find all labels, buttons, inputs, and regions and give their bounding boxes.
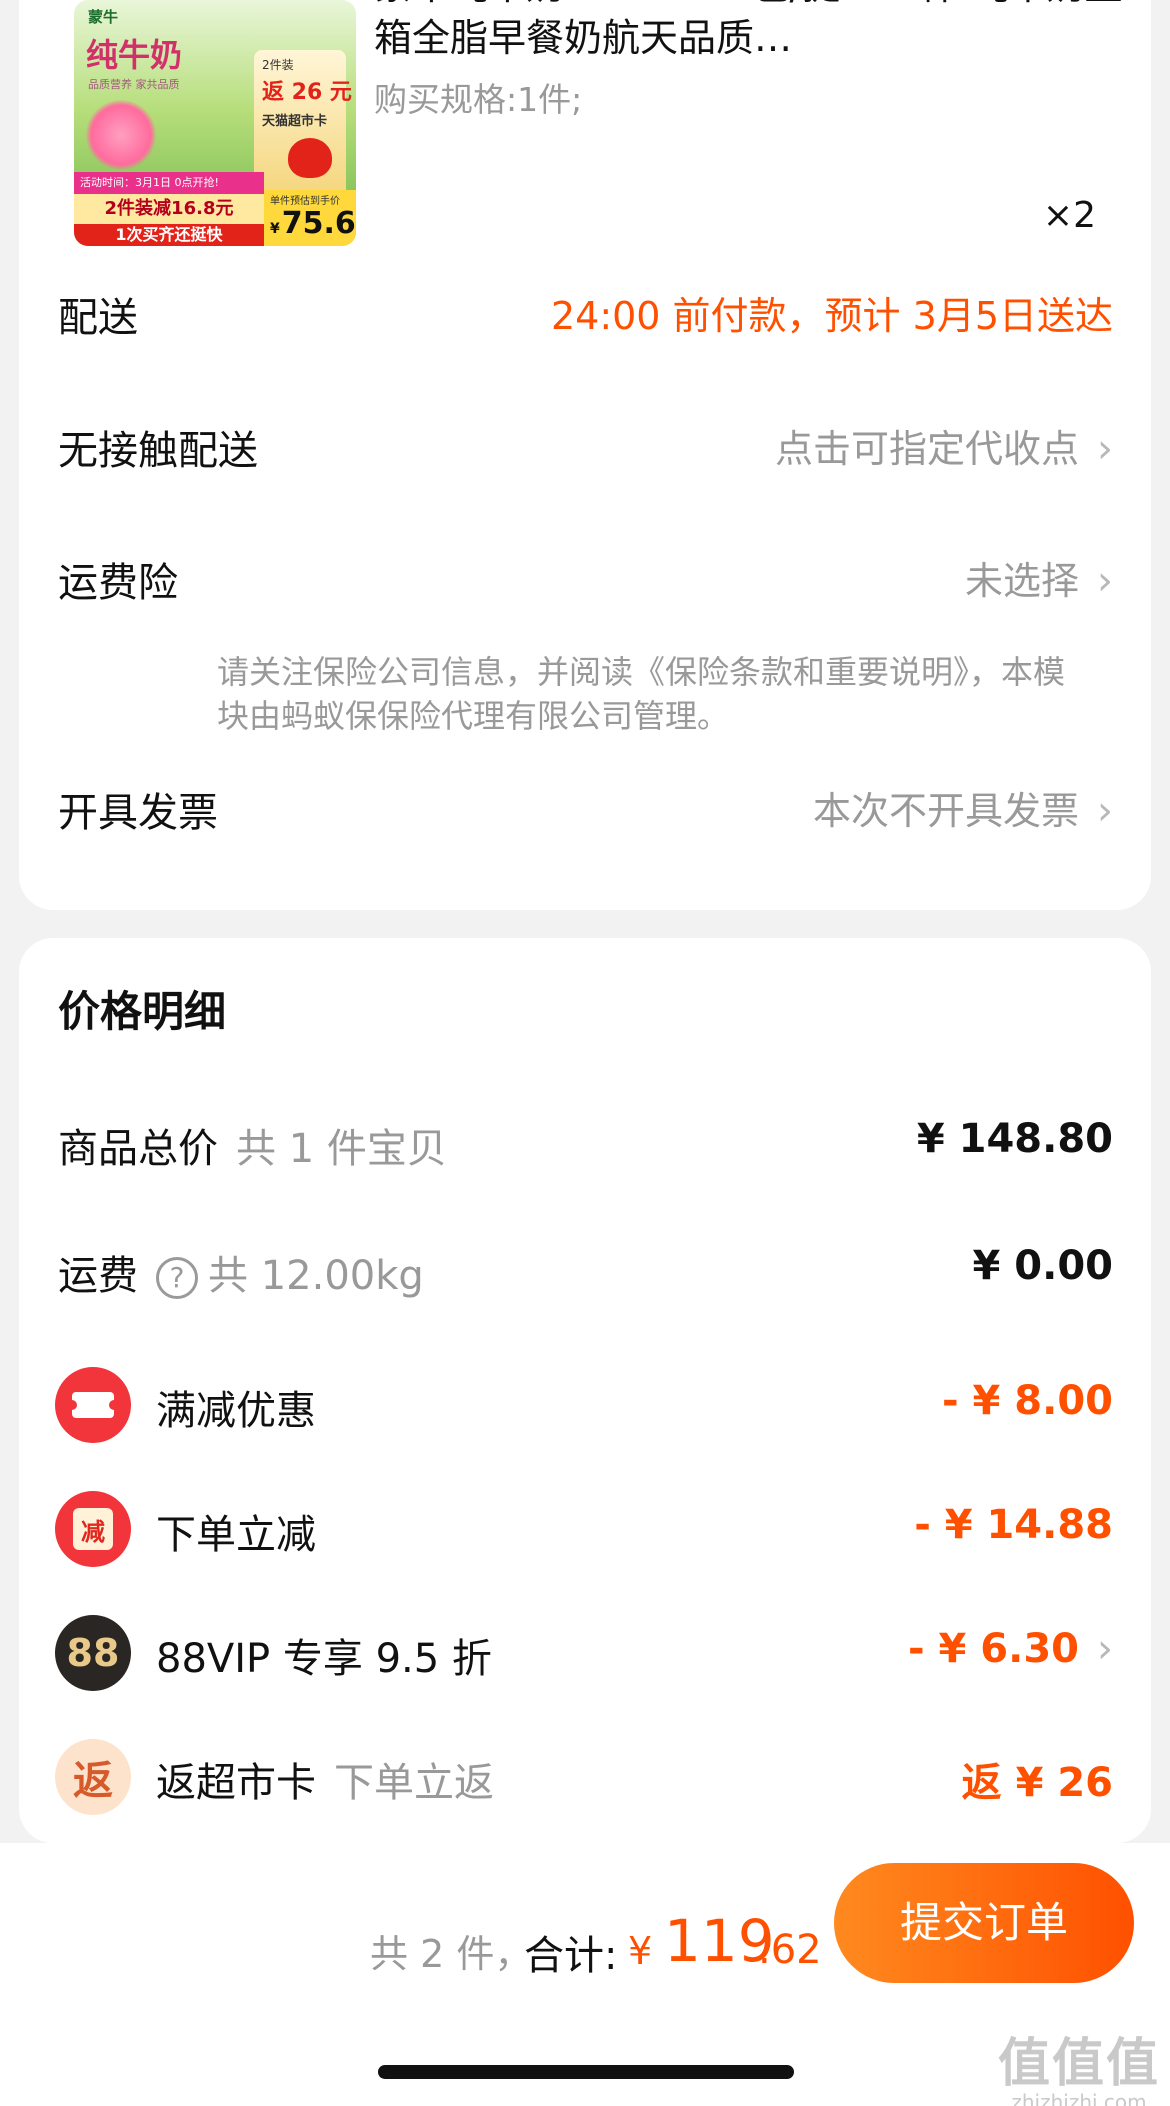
vip-row[interactable]: - ¥ 6.30 › xyxy=(908,1626,1113,1672)
vip-label: 88VIP 专享 9.5 折 xyxy=(156,1636,492,1682)
invoice-label: 开具发票 xyxy=(58,790,218,836)
home-indicator[interactable] xyxy=(378,2065,794,2079)
chevron-right-icon: › xyxy=(1097,426,1113,472)
rebate-icon: 返 xyxy=(55,1739,131,1815)
watermark: 值值值 zhizhizhi.com xyxy=(998,2021,1160,2106)
image-price: ¥75.6 xyxy=(270,206,356,241)
full-reduction-amount: - ¥ 8.00 xyxy=(942,1378,1113,1424)
watermark-logo: 值值值 xyxy=(997,2034,1160,2094)
items-total-sub: 共 1 件宝贝 xyxy=(236,1126,447,1172)
shipping-label: 运费 xyxy=(58,1253,138,1299)
product-image-sub: 品质营养 家共品质 xyxy=(88,78,180,91)
checkout-bar: 共 2 件， 合计: ¥ 119 .62 提交订单 值值值 zhizhizhi.… xyxy=(0,1843,1170,2106)
promo-band-1: 活动时间：3月1日 0点开抢! xyxy=(74,172,264,194)
chevron-right-icon: › xyxy=(1097,558,1113,604)
price-detail-title: 价格明细 xyxy=(58,987,227,1036)
coupon-icon xyxy=(55,1367,131,1443)
insurance-label: 运费险 xyxy=(58,560,178,606)
invoice-value: 本次不开具发票 xyxy=(812,789,1079,833)
rebate-row: 返超市卡 下单立返 xyxy=(156,1750,494,1808)
submit-order-button[interactable]: 提交订单 xyxy=(834,1863,1134,1983)
product-title[interactable]: 蒙牛纯牛奶250ml*24包/提 ×1 件 纯牛奶整箱全脂早餐奶航天品质… xyxy=(374,0,1134,64)
product-image[interactable]: 蒙牛 纯牛奶 品质营养 家共品质 2件装 返 26 元 天猫超市卡 活动时间：3… xyxy=(74,0,356,246)
items-total-label: 商品总价 xyxy=(58,1126,218,1172)
help-icon[interactable]: ? xyxy=(156,1257,198,1299)
product-image-name: 纯牛奶 xyxy=(86,36,183,74)
shipping-row: 运费? 共 12.00kg xyxy=(58,1243,424,1301)
items-total-amount: ¥ 148.80 xyxy=(916,1116,1113,1162)
delivery-value: 24:00 前付款，预计 3月5日送达 xyxy=(550,294,1113,338)
full-reduction-label: 满减优惠 xyxy=(156,1388,316,1434)
contactless-row[interactable]: 点击可指定代收点 › xyxy=(775,418,1113,473)
rebate-label: 返超市卡 xyxy=(156,1760,316,1806)
rebate-text-b: 返 26 元 xyxy=(262,80,352,105)
price-detail-card: 价格明细 商品总价共 1 件宝贝 ¥ 148.80 运费? 共 12.00kg ¥… xyxy=(19,938,1151,1843)
shipping-weight: 共 12.00kg xyxy=(208,1253,424,1299)
vip-88-icon: 88 xyxy=(55,1615,131,1691)
insurance-value: 未选择 xyxy=(964,559,1079,603)
watermark-url: zhizhizhi.com xyxy=(1011,2090,1147,2106)
flower-decoration xyxy=(86,100,156,170)
insurance-row[interactable]: 未选择 › xyxy=(965,550,1113,605)
chevron-right-icon: › xyxy=(1097,1626,1113,1672)
ticket-shape xyxy=(67,1392,119,1418)
delivery-label: 配送 xyxy=(58,295,138,341)
image-price-label: 单件预估到手价 xyxy=(270,196,340,207)
items-total-row: 商品总价共 1 件宝贝 xyxy=(58,1116,447,1174)
order-info-card: 蒙牛 纯牛奶 品质营养 家共品质 2件装 返 26 元 天猫超市卡 活动时间：3… xyxy=(19,0,1151,910)
contactless-value: 点击可指定代收点 xyxy=(774,427,1079,471)
rebate-text-a: 2件装 xyxy=(262,58,294,72)
tmall-cat-icon xyxy=(288,138,332,178)
vip-amount: - ¥ 6.30 xyxy=(908,1626,1079,1672)
rebate-sub: 下单立返 xyxy=(334,1760,494,1806)
total-label: 合计: xyxy=(524,1933,618,1979)
total-amount-decimal: .62 xyxy=(758,1927,822,1973)
rebate-amount: 返 ¥ 26 xyxy=(961,1760,1113,1806)
order-discount-label: 下单立减 xyxy=(156,1512,316,1558)
product-spec: 购买规格:1件; xyxy=(374,80,583,119)
item-count: 共 2 件， xyxy=(370,1932,533,1976)
rebate-text-c: 天猫超市卡 xyxy=(262,114,328,129)
chevron-right-icon: › xyxy=(1097,788,1113,834)
promo-band-2: 2件装减16.8元 xyxy=(74,194,264,224)
order-discount-amount: - ¥ 14.88 xyxy=(914,1502,1113,1548)
total-currency: ¥ xyxy=(628,1929,653,1973)
product-quantity: ×2 xyxy=(1042,195,1096,236)
shipping-amount: ¥ 0.00 xyxy=(972,1243,1113,1289)
image-price-yen: ¥ xyxy=(270,221,280,237)
contactless-label: 无接触配送 xyxy=(58,428,258,474)
image-price-value: 75.6 xyxy=(281,206,356,241)
insurance-description[interactable]: 请关注保险公司信息，并阅读《保险条款和重要说明》，本模块由蚂蚁保保险代理有限公司… xyxy=(217,650,1077,738)
discount-badge-text: 减 xyxy=(73,1508,113,1550)
promo-band-3: 1次买齐还挺快 xyxy=(74,224,264,246)
order-discount-icon: 减 xyxy=(55,1491,131,1567)
brand-logo: 蒙牛 xyxy=(88,8,119,26)
invoice-row[interactable]: 本次不开具发票 › xyxy=(813,780,1113,835)
